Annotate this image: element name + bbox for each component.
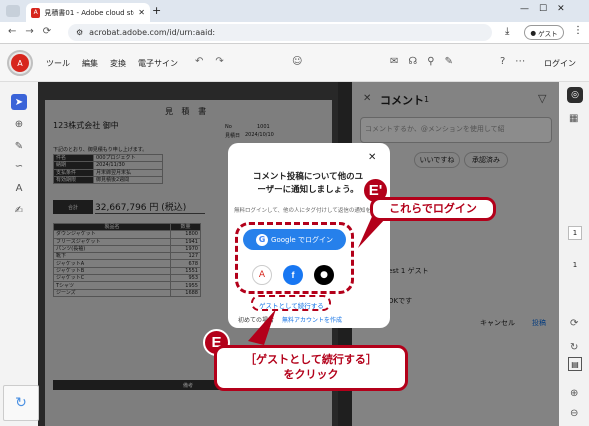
zoom-out-icon[interactable]: ⊖ xyxy=(570,408,578,419)
refresh-icon[interactable]: ↻ xyxy=(570,342,578,353)
note-e: ［ゲストとして続行する］ をクリック xyxy=(214,345,408,391)
nav-arrows-icon[interactable]: ←→⟳ xyxy=(8,26,60,37)
url-text: acrobat.adobe.com/id/urn:aaid: xyxy=(89,28,216,37)
acrobat-logo[interactable]: A xyxy=(7,50,33,76)
url-input[interactable]: ⚙ acrobat.adobe.com/id/urn:aaid: xyxy=(68,24,492,41)
help-apps-icon[interactable]: ?⋯ xyxy=(500,56,535,67)
login-link[interactable]: ログイン xyxy=(544,58,576,69)
create-account-link[interactable]: 無料アカウントを作成 xyxy=(282,315,342,324)
menu-edit[interactable]: 編集 xyxy=(82,58,98,69)
window-controls[interactable]: —☐✕ xyxy=(520,4,575,14)
thumbnails-icon[interactable]: ▦ xyxy=(569,113,578,124)
tab-close-icon[interactable]: ✕ xyxy=(138,8,145,17)
signature-icon[interactable]: ✍ xyxy=(11,202,27,218)
lasso-icon[interactable]: ∽ xyxy=(11,158,27,174)
recaptcha-badge[interactable]: ↻ xyxy=(3,385,39,421)
ai-assistant-icon[interactable]: ◎ xyxy=(567,87,583,103)
tab-list-icon[interactable] xyxy=(6,5,20,17)
dialog-heading-line1: コメント投稿について他のユ xyxy=(252,172,364,182)
menu-convert[interactable]: 変換 xyxy=(110,58,126,69)
profile-icon: ● xyxy=(530,28,537,37)
dialog-close-icon[interactable]: ✕ xyxy=(368,152,376,163)
new-tab-icon[interactable]: + xyxy=(152,4,161,17)
select-icon[interactable]: ➤ xyxy=(11,94,27,110)
menu-tools[interactable]: ツール xyxy=(46,58,70,69)
text-icon[interactable]: A xyxy=(11,180,27,196)
zoom-in-icon[interactable]: ⊕ xyxy=(570,388,578,399)
toolbar-icons[interactable]: ✉☊⚲✎ xyxy=(390,56,463,67)
page-number[interactable]: 1 xyxy=(568,226,582,240)
dialog-heading-line2: ーザーに通知しましょう。 xyxy=(257,185,359,195)
note-e-line2: をクリック xyxy=(283,368,339,381)
profile-button[interactable]: ● ゲスト xyxy=(524,25,564,40)
login-options-highlight xyxy=(235,222,354,294)
browser-tab[interactable]: A 見積書01 - Adobe cloud storage ✕ xyxy=(26,3,150,22)
pdf-icon: A xyxy=(31,7,41,18)
download-icon[interactable]: ⤓ xyxy=(505,26,509,37)
note-e-line1: ［ゲストとして続行する］ xyxy=(245,353,377,367)
share-people-icon[interactable]: ☺ xyxy=(292,56,302,67)
callout-arrow-e xyxy=(248,309,276,345)
right-rail xyxy=(559,82,589,426)
tab-title: 見積書01 - Adobe cloud storage xyxy=(44,8,134,17)
menu-esign[interactable]: 電子サイン xyxy=(138,58,178,69)
pen-icon[interactable]: ✎ xyxy=(11,138,27,154)
profile-label: ゲスト xyxy=(538,29,558,38)
left-tool-rail xyxy=(0,82,38,426)
page-view-icon[interactable]: ▤ xyxy=(568,357,582,371)
adobe-icon: A xyxy=(11,54,29,72)
site-info-icon[interactable]: ⚙ xyxy=(76,28,83,37)
page-total: 1 xyxy=(572,261,578,269)
undo-redo-icon[interactable]: ↶↷ xyxy=(195,56,236,67)
rotate-icon[interactable]: ⟳ xyxy=(570,318,578,329)
comment-icon[interactable]: ⊕ xyxy=(11,116,27,132)
note-e-prime: これらでログイン xyxy=(370,197,496,221)
menu-icon[interactable]: ⋮ xyxy=(573,25,583,36)
